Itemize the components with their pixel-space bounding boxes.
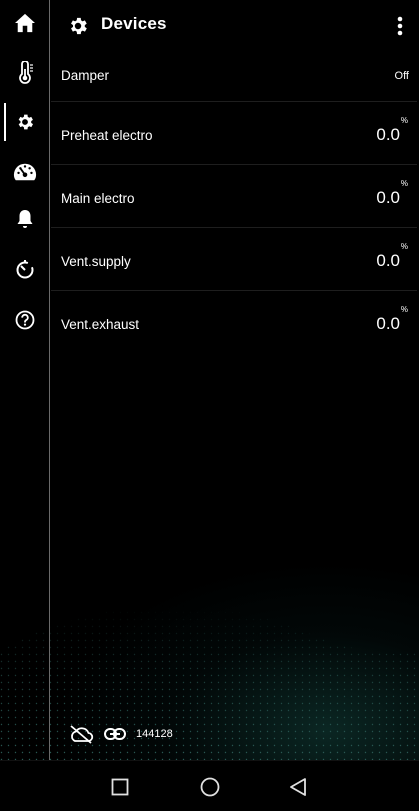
device-label: Vent.exhaust <box>61 317 140 332</box>
app-screen: Devices Damper Off Preheat electro 0.0 %… <box>0 0 419 811</box>
link-icon <box>104 728 126 740</box>
home-icon <box>14 13 35 33</box>
device-value: 0.0 <box>376 125 400 144</box>
device-value: 0.0 <box>376 251 400 270</box>
background-dot-wave <box>0 520 419 760</box>
device-unit: % <box>400 179 408 188</box>
device-row-preheat-electro[interactable]: Preheat electro 0.0 % <box>51 102 417 165</box>
device-unit: % <box>400 305 408 314</box>
device-id: 144128 <box>136 728 173 740</box>
triangle-back-icon <box>290 778 306 796</box>
sidebar-item-devices[interactable] <box>0 102 49 142</box>
connection-status: 144128 <box>68 722 173 746</box>
square-icon <box>111 778 129 796</box>
device-label: Preheat electro <box>61 128 153 143</box>
bell-icon <box>17 210 32 228</box>
device-label: Main electro <box>61 191 135 206</box>
sidebar-item-home[interactable] <box>0 3 49 43</box>
back-button[interactable] <box>286 775 310 799</box>
device-value: 0.0 <box>376 314 400 333</box>
circle-icon <box>200 777 220 797</box>
device-state: Off <box>394 70 409 82</box>
app-header: Devices <box>51 0 419 52</box>
sidebar-item-dashboard[interactable] <box>0 152 49 192</box>
speedometer-icon <box>13 163 36 181</box>
device-row-vent-supply[interactable]: Vent.supply 0.0 % <box>51 228 417 291</box>
sidebar-item-help[interactable] <box>0 300 49 340</box>
device-label: Damper <box>61 68 110 83</box>
timer-icon <box>16 260 33 279</box>
page-title: Devices <box>101 14 167 33</box>
sidebar-item-timer[interactable] <box>0 249 49 289</box>
device-unit: % <box>400 116 408 125</box>
more-vert-icon <box>397 16 403 36</box>
sidebar <box>0 0 50 760</box>
gear-icon <box>18 114 33 130</box>
device-unit: % <box>400 242 408 251</box>
gear-icon <box>71 17 87 35</box>
system-navigation-bar <box>0 760 419 811</box>
device-row-damper[interactable]: Damper Off <box>51 52 417 102</box>
thermometer-icon <box>18 61 33 84</box>
device-row-main-electro[interactable]: Main electro 0.0 % <box>51 165 417 228</box>
sidebar-item-alarms[interactable] <box>0 199 49 239</box>
device-row-vent-exhaust[interactable]: Vent.exhaust 0.0 % <box>51 291 417 354</box>
device-label: Vent.supply <box>61 254 131 269</box>
overflow-menu-button[interactable] <box>395 14 405 38</box>
home-button[interactable] <box>198 775 222 799</box>
cloud-off-icon <box>70 725 94 744</box>
sidebar-item-temperature[interactable] <box>0 53 49 93</box>
help-icon <box>15 310 34 330</box>
device-value: 0.0 <box>376 188 400 207</box>
recents-button[interactable] <box>108 775 132 799</box>
